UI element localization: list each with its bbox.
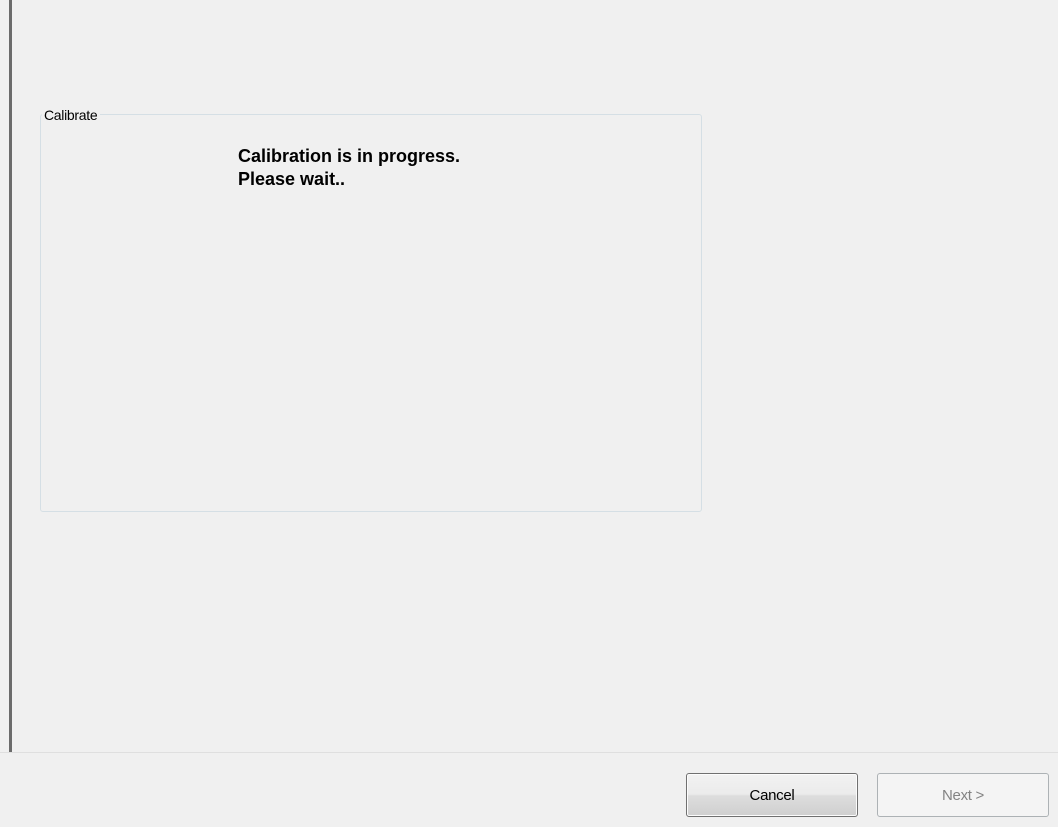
calibration-status-line-1: Calibration is in progress. [238,146,461,166]
calibrate-groupbox-legend: Calibrate [42,106,101,124]
calibration-status-message: Calibration is in progress. Please wait.… [238,145,460,191]
calibration-status-line-2: Please wait.. [238,169,346,189]
next-button[interactable]: Next > [877,773,1049,817]
cancel-button[interactable]: Cancel [686,773,858,817]
